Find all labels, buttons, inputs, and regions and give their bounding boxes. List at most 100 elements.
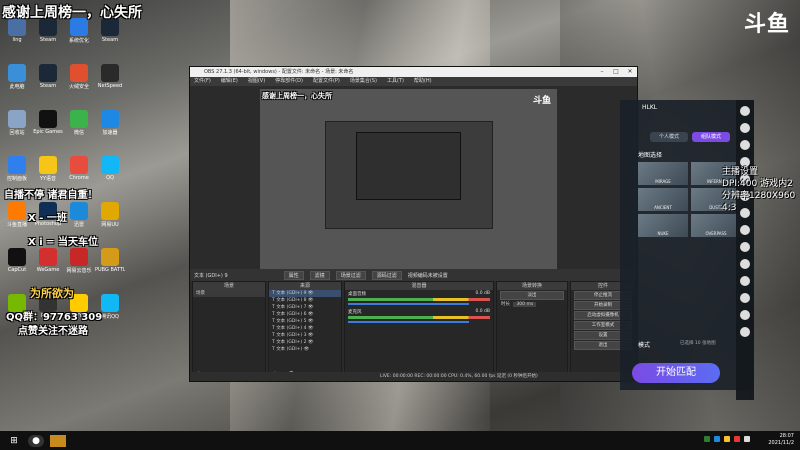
douyu-logo: 斗鱼 <box>743 12 790 37</box>
friend-avatar[interactable] <box>740 259 750 269</box>
map-tile[interactable]: NUKE <box>638 214 688 237</box>
desktop-icon[interactable]: YY语音 <box>33 156 63 182</box>
friend-avatar[interactable] <box>740 225 750 235</box>
obs-menu-item[interactable]: 配置文件(P) <box>313 77 340 86</box>
maximize-icon[interactable]: □ <box>609 67 623 77</box>
desktop-icon[interactable]: NetSpeed <box>95 64 125 89</box>
source-item[interactable]: T 文本 (GDI+) 5 👁 <box>269 318 341 325</box>
obs-source-toolbar: 文本 (GDI+) 9 属性 滤镜 场景过滤 源码过滤 视频编码未被设置 <box>190 269 637 281</box>
scene-item[interactable]: 场景 <box>193 290 265 297</box>
app-icon <box>101 294 119 312</box>
friend-avatar[interactable] <box>740 242 750 252</box>
desktop-icon[interactable]: 加速器 <box>95 110 125 136</box>
desktop-icon-label: 此电脑 <box>9 84 25 90</box>
visibility-icon[interactable]: 👁 <box>306 305 314 310</box>
desktop-icon-label: NetSpeed <box>97 83 123 89</box>
app-icon <box>101 248 119 266</box>
desktop-icon[interactable]: 网易UU <box>95 202 125 228</box>
obs-menu-item[interactable]: 停靠部件(D) <box>275 77 303 86</box>
friend-avatar[interactable] <box>740 106 750 116</box>
desktop-icon[interactable]: 火绒安全 <box>64 64 94 90</box>
visibility-icon[interactable]: 👁 <box>306 326 314 331</box>
thanks-overlay: 感谢上周榜一，心失所 <box>2 5 142 21</box>
obs-menu-item[interactable]: 视图(V) <box>248 77 265 86</box>
obs-titlebar[interactable]: OBS 27.1.3 (64-bit, windows) - 配置文件: 未命名… <box>190 67 637 77</box>
desktop-icon[interactable]: 控制面板 <box>2 156 32 182</box>
source-item[interactable]: T 文本 (GDI+) 2 👁 <box>269 339 341 346</box>
friend-avatar[interactable] <box>740 327 750 337</box>
friend-avatar[interactable] <box>740 276 750 286</box>
sources-dock: 来源 T 文本 (GDI+) 9 👁 T 文本 (GDI+) 8 👁 T 文本 (G… <box>268 281 342 381</box>
transition-type-select[interactable]: 淡出 <box>500 291 564 300</box>
obs-title-text: OBS 27.1.3 (64-bit, windows) - 配置文件: 未命名… <box>204 69 354 75</box>
system-tray-icons[interactable] <box>704 436 750 442</box>
friend-avatar[interactable] <box>740 140 750 150</box>
app-icon <box>101 64 119 82</box>
desktop-icon[interactable]: 微信 <box>64 110 94 136</box>
volume-slider[interactable] <box>348 321 469 323</box>
map-tile[interactable]: ANCIENT <box>638 188 688 211</box>
desktop-icon[interactable]: Chrome <box>64 156 94 181</box>
windows-start-icon[interactable]: ⊞ <box>6 435 22 447</box>
duration-input[interactable]: 300 ms <box>513 302 537 307</box>
obs-menu-item[interactable]: 场景集合(S) <box>350 77 377 86</box>
transitions-dock: 场景转换 淡出 时长 300 ms <box>496 281 568 381</box>
app-icon <box>101 202 119 220</box>
desktop-icon[interactable]: 网易云音乐 <box>64 248 94 274</box>
explorer-taskbar-icon[interactable] <box>50 434 66 447</box>
source-item[interactable]: T 文本 (GDI+) 3 👁 <box>269 332 341 339</box>
desktop-icon-label: 网易UU <box>101 222 119 228</box>
mixer-header: 混音器 <box>345 282 493 290</box>
close-icon[interactable]: ✕ <box>623 67 637 77</box>
desktop-icon[interactable]: QQ <box>95 156 125 181</box>
source-item[interactable]: T 文本 (GDI+) 4 👁 <box>269 325 341 332</box>
visibility-icon[interactable]: 👁 <box>302 347 310 352</box>
selected-maps-count: 已选择 10 张地图 <box>680 341 716 346</box>
obs-window[interactable]: OBS 27.1.3 (64-bit, windows) - 配置文件: 未命名… <box>189 66 638 382</box>
source-filter-button[interactable]: 源码过滤 <box>371 270 402 280</box>
start-match-button[interactable]: 开始匹配 <box>632 363 720 383</box>
map-tile-label: OVERPASS <box>705 231 727 236</box>
map-tile[interactable]: OVERPASS <box>691 214 741 237</box>
source-item[interactable]: T 文本 (GDI+) 7 👁 <box>269 304 341 311</box>
source-item-label: 文本 (GDI+) 6 <box>276 312 307 317</box>
visibility-icon[interactable]: 👁 <box>306 312 314 317</box>
minimize-icon[interactable]: – <box>595 67 609 77</box>
obs-menu-item[interactable]: 编辑(E) <box>221 77 238 86</box>
source-item[interactable]: T 文本 (GDI+) 8 👁 <box>269 297 341 304</box>
tab-solo[interactable]: 个人模式 <box>650 132 688 142</box>
friend-avatar[interactable] <box>740 123 750 133</box>
desktop-icon[interactable]: 迅雷 <box>64 202 94 228</box>
desktop-icon[interactable]: 回收站 <box>2 110 32 136</box>
visibility-icon[interactable]: 👁 <box>306 333 314 338</box>
obs-preview-canvas[interactable]: 感谢上周榜一，心失所 斗鱼 <box>260 89 557 269</box>
visibility-icon[interactable]: 👁 <box>306 298 314 303</box>
desktop-icon[interactable]: Steam <box>33 64 63 89</box>
visibility-icon[interactable]: 👁 <box>306 340 314 345</box>
visibility-icon[interactable]: 👁 <box>306 291 314 296</box>
filters-button[interactable]: 滤镜 <box>309 270 330 280</box>
obs-taskbar-icon[interactable]: ● <box>28 434 44 447</box>
clock[interactable]: 28:07 2021/11/2 <box>768 433 794 447</box>
obs-menu-item[interactable]: 帮助(H) <box>414 77 432 86</box>
visibility-icon[interactable]: 👁 <box>306 319 314 324</box>
desktop-icon[interactable]: Epic Games <box>33 110 63 135</box>
desktop-icon[interactable]: WeGame <box>33 248 63 273</box>
volume-slider[interactable] <box>348 303 469 305</box>
tab-team[interactable]: 组队模式 <box>692 132 730 142</box>
source-item[interactable]: T 文本 (GDI+) 👁 <box>269 346 341 353</box>
desktop-icon[interactable]: 此电脑 <box>2 64 32 90</box>
properties-button[interactable]: 属性 <box>283 270 304 280</box>
source-item[interactable]: T 文本 (GDI+) 6 👁 <box>269 311 341 318</box>
desktop-icon[interactable]: CapCut <box>2 248 32 273</box>
scene-filter-button[interactable]: 场景过滤 <box>335 270 366 280</box>
desktop-icon-label: WeGame <box>36 267 60 273</box>
friend-avatar[interactable] <box>740 310 750 320</box>
map-tile[interactable]: MIRAGE <box>638 162 688 185</box>
friend-avatar[interactable] <box>740 293 750 303</box>
obs-menu-item[interactable]: 工具(T) <box>387 77 404 86</box>
obs-menu-item[interactable]: 文件(F) <box>194 77 211 86</box>
source-item[interactable]: T 文本 (GDI+) 9 👁 <box>269 290 341 297</box>
desktop-icon[interactable]: PUBG BATTLEG... <box>95 248 125 273</box>
qq-group-overlay: QQ群：97763 309 <box>6 312 103 323</box>
